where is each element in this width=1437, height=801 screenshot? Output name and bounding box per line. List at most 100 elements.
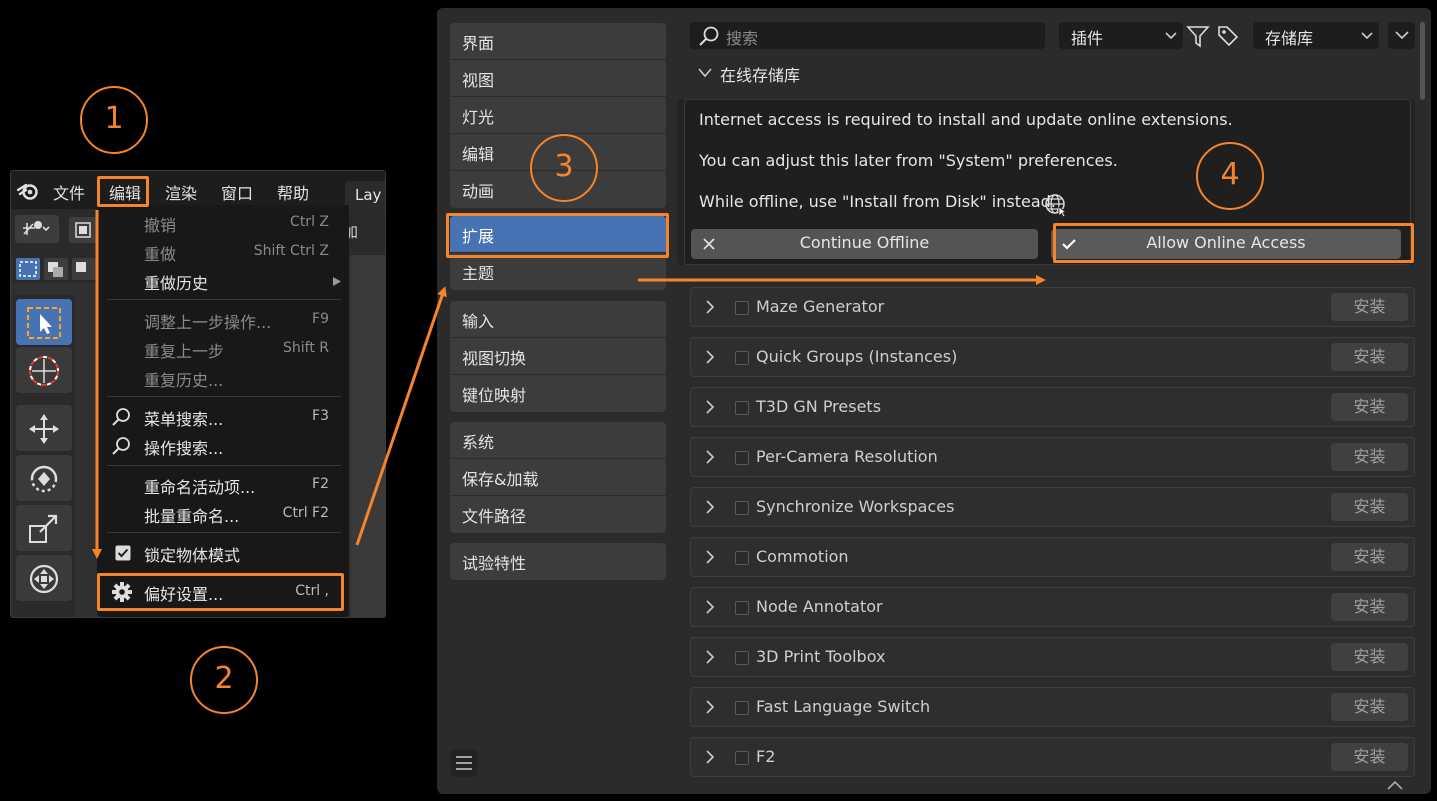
install-button[interactable]: 安装 (1331, 643, 1408, 671)
menu-item-adjust-last[interactable]: 调整上一步操作... F9 (97, 306, 349, 334)
nav-item-lights[interactable]: 灯光 (450, 97, 666, 134)
tag-icon[interactable] (1216, 24, 1240, 48)
menu-item-lock-object-modes[interactable]: 锁定物体模式 (97, 539, 349, 567)
chevron-right-icon[interactable] (705, 700, 715, 714)
extension-row[interactable]: 3D Print Toolbox 安装 (690, 637, 1415, 677)
extension-enable-checkbox[interactable] (735, 551, 749, 565)
extension-enable-checkbox[interactable] (735, 301, 749, 315)
chevron-down-icon (1361, 32, 1373, 40)
blender-logo-icon[interactable] (17, 181, 39, 201)
menu-file[interactable]: 文件 (53, 180, 85, 204)
extension-enable-checkbox[interactable] (735, 401, 749, 415)
nav-item-themes[interactable]: 主题 (450, 253, 666, 290)
menu-item-undo-history[interactable]: 重做历史 (97, 267, 349, 295)
extension-row[interactable]: Per-Camera Resolution 安装 (690, 437, 1415, 477)
allow-online-access-button[interactable]: Allow Online Access (1051, 229, 1401, 259)
menu-item-undo[interactable]: 撤销 Ctrl Z (97, 209, 349, 237)
tool-move[interactable] (16, 405, 72, 451)
chevron-right-icon[interactable] (705, 750, 715, 764)
chevron-down-icon (1395, 31, 1409, 40)
tool-cursor[interactable] (16, 347, 72, 393)
menu-help[interactable]: 帮助 (277, 180, 309, 204)
chevron-right-icon[interactable] (705, 300, 715, 314)
nav-item-save-load[interactable]: 保存&加载 (450, 459, 666, 496)
menu-item-repeat-history[interactable]: 重复历史... (97, 364, 349, 392)
3d-viewport[interactable] (351, 255, 385, 617)
extension-row[interactable]: Node Annotator 安装 (690, 587, 1415, 627)
notice-line-2: You can adjust this later from "System" … (699, 151, 1118, 170)
chevron-right-icon[interactable] (705, 650, 715, 664)
install-button[interactable]: 安装 (1331, 743, 1408, 771)
extension-row[interactable]: T3D GN Presets 安装 (690, 387, 1415, 427)
selection-mode-icons[interactable] (15, 257, 99, 281)
chevron-right-icon[interactable] (705, 550, 715, 564)
menu-render[interactable]: 渲染 (165, 180, 197, 204)
tool-rotate[interactable] (16, 455, 72, 501)
install-button[interactable]: 安装 (1331, 293, 1408, 321)
tool-transform[interactable] (16, 555, 72, 601)
extension-row[interactable]: Quick Groups (Instances) 安装 (690, 337, 1415, 377)
type-filter-dropdown[interactable]: 插件 (1059, 22, 1183, 49)
extension-row[interactable]: Fast Language Switch 安装 (690, 687, 1415, 727)
extension-enable-checkbox[interactable] (735, 651, 749, 665)
filter-icon[interactable] (1186, 24, 1210, 48)
nav-item-input[interactable]: 输入 (450, 301, 666, 338)
options-dropdown[interactable] (1388, 22, 1415, 49)
menu-item-preferences[interactable]: 偏好设置... Ctrl , (97, 578, 349, 606)
menu-item-menu-search[interactable]: 菜单搜索... F3 (97, 403, 349, 431)
install-button[interactable]: 安装 (1331, 543, 1408, 571)
workspace-tab-layout[interactable]: Lay (345, 181, 385, 209)
scrollbar[interactable] (1420, 22, 1425, 100)
transform-orientation-button[interactable] (15, 215, 59, 243)
chevron-right-icon[interactable] (705, 400, 715, 414)
menu-item-rename-active[interactable]: 重命名活动项... F2 (97, 471, 349, 499)
chevron-right-icon[interactable] (705, 450, 715, 464)
select-box-mode-button[interactable] (69, 217, 97, 243)
nav-item-experimental[interactable]: 试验特性 (450, 543, 666, 580)
selection-mode-row (13, 255, 99, 283)
install-button[interactable]: 安装 (1331, 493, 1408, 521)
nav-item-file-paths[interactable]: 文件路径 (450, 496, 666, 533)
install-button[interactable]: 安装 (1331, 693, 1408, 721)
install-button[interactable]: 安装 (1331, 393, 1408, 421)
tool-select-box[interactable] (16, 299, 72, 345)
extension-row[interactable]: Maze Generator 安装 (690, 287, 1415, 327)
extension-row[interactable]: F2 安装 (690, 737, 1415, 777)
chevron-right-icon[interactable] (705, 600, 715, 614)
continue-offline-button[interactable]: Continue Offline (691, 229, 1038, 259)
menu-window[interactable]: 窗口 (221, 180, 253, 204)
nav-item-viewport[interactable]: 视图 (450, 60, 666, 97)
menu-item-operator-search[interactable]: 操作搜索... (97, 432, 349, 460)
chevron-right-icon[interactable] (705, 350, 715, 364)
menu-item-batch-rename[interactable]: 批量重命名... Ctrl F2 (97, 500, 349, 528)
repository-dropdown[interactable]: 存储库 (1253, 22, 1379, 49)
tool-scale[interactable] (16, 505, 72, 551)
menu-item-redo[interactable]: 重做 Shift Ctrl Z (97, 238, 349, 266)
nav-item-system[interactable]: 系统 (450, 422, 666, 459)
nav-item-keymap[interactable]: 键位映射 (450, 375, 666, 412)
chevron-right-icon[interactable] (705, 500, 715, 514)
menu-item-repeat-last[interactable]: 重复上一步 Shift R (97, 335, 349, 363)
nav-item-navigation[interactable]: 视图切换 (450, 338, 666, 375)
extension-row[interactable]: Synchronize Workspaces 安装 (690, 487, 1415, 527)
preferences-menu-button[interactable] (450, 749, 478, 777)
hamburger-icon (456, 756, 472, 770)
extension-name: Maze Generator (756, 297, 885, 316)
checkbox-checked-icon[interactable] (115, 545, 131, 561)
nav-item-interface[interactable]: 界面 (450, 23, 666, 60)
select-cursor-icon (27, 307, 61, 339)
extension-row[interactable]: Commotion 安装 (690, 537, 1415, 577)
extension-enable-checkbox[interactable] (735, 501, 749, 515)
extension-enable-checkbox[interactable] (735, 451, 749, 465)
search-input[interactable]: 搜索 (690, 22, 1045, 49)
install-button[interactable]: 安装 (1331, 443, 1408, 471)
extension-enable-checkbox[interactable] (735, 701, 749, 715)
extension-enable-checkbox[interactable] (735, 351, 749, 365)
menu-edit[interactable]: 编辑 (109, 180, 141, 204)
extension-enable-checkbox[interactable] (735, 601, 749, 615)
extension-enable-checkbox[interactable] (735, 751, 749, 765)
nav-item-extensions[interactable]: 扩展 (450, 216, 666, 253)
scroll-up-chevron-icon[interactable] (1387, 780, 1403, 790)
install-button[interactable]: 安装 (1331, 343, 1408, 371)
install-button[interactable]: 安装 (1331, 593, 1408, 621)
